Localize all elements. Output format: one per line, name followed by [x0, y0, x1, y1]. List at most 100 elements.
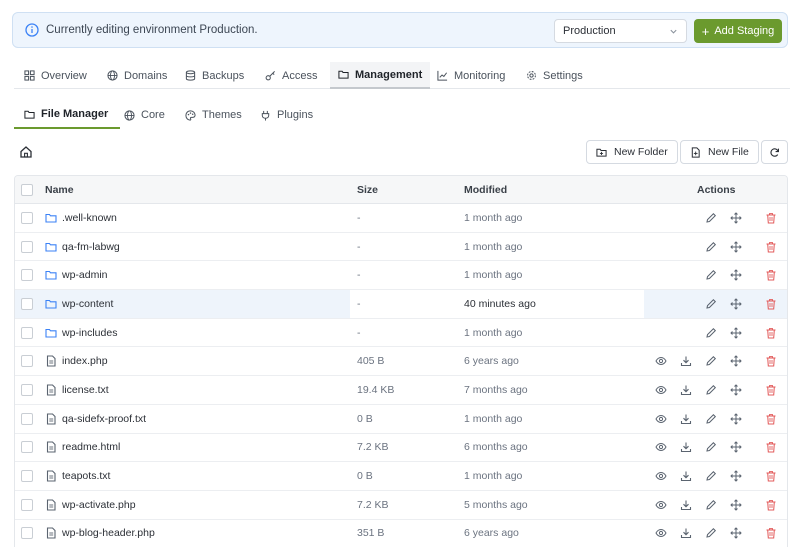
- download-icon[interactable]: [680, 470, 692, 482]
- tab-management[interactable]: Management: [330, 62, 431, 89]
- edit-icon[interactable]: [705, 327, 717, 339]
- row-checkbox[interactable]: [21, 527, 33, 540]
- new-folder-button[interactable]: New Folder: [586, 140, 678, 164]
- delete-icon[interactable]: [765, 241, 777, 253]
- new-file-button[interactable]: New File: [680, 140, 759, 164]
- view-icon[interactable]: [655, 355, 667, 367]
- table-row[interactable]: index.php 405 B 6 years ago: [15, 347, 787, 377]
- delete-icon[interactable]: [765, 298, 777, 310]
- move-icon[interactable]: [730, 499, 742, 511]
- table-row[interactable]: wp-blog-header.php 351 B 6 years ago: [15, 520, 787, 547]
- edit-icon[interactable]: [705, 241, 717, 253]
- file-name-cell[interactable]: wp-blog-header.php: [45, 520, 155, 547]
- move-icon[interactable]: [730, 326, 742, 339]
- file-name-cell[interactable]: wp-content: [45, 290, 113, 318]
- delete-icon[interactable]: [765, 470, 777, 482]
- table-row[interactable]: wp-includes - 1 month ago: [15, 319, 787, 348]
- table-row[interactable]: qa-fm-labwg - 1 month ago: [15, 233, 787, 262]
- view-icon[interactable]: [655, 441, 667, 453]
- move-icon[interactable]: [730, 441, 742, 454]
- view-icon[interactable]: [655, 527, 667, 539]
- delete-icon[interactable]: [765, 269, 777, 281]
- tab-core[interactable]: Core: [124, 101, 165, 129]
- file-name-cell[interactable]: license.txt: [45, 376, 109, 404]
- download-icon[interactable]: [680, 413, 692, 425]
- row-checkbox[interactable]: [21, 269, 33, 282]
- table-row[interactable]: .well-known - 1 month ago: [15, 204, 787, 233]
- edit-icon[interactable]: [705, 441, 717, 453]
- download-icon[interactable]: [680, 355, 692, 367]
- row-checkbox[interactable]: [21, 297, 33, 310]
- tab-themes[interactable]: Themes: [185, 101, 242, 129]
- tab-monitoring[interactable]: Monitoring: [437, 62, 505, 89]
- download-icon[interactable]: [680, 384, 692, 396]
- column-header-modified[interactable]: Modified: [464, 176, 507, 203]
- row-checkbox[interactable]: [21, 470, 33, 483]
- edit-icon[interactable]: [705, 269, 717, 281]
- edit-icon[interactable]: [705, 413, 717, 425]
- edit-icon[interactable]: [705, 384, 717, 396]
- file-name-cell[interactable]: wp-includes: [45, 319, 117, 347]
- tab-file-manager[interactable]: File Manager: [14, 101, 121, 129]
- edit-icon[interactable]: [705, 298, 717, 310]
- delete-icon[interactable]: [765, 499, 777, 511]
- delete-icon[interactable]: [765, 441, 777, 453]
- column-header-name[interactable]: Name: [45, 176, 74, 203]
- row-checkbox[interactable]: [21, 412, 33, 425]
- row-checkbox[interactable]: [21, 240, 33, 253]
- download-icon[interactable]: [680, 527, 692, 539]
- file-name-cell[interactable]: wp-admin: [45, 261, 108, 289]
- row-checkbox[interactable]: [21, 498, 33, 511]
- table-row[interactable]: teapots.txt 0 B 1 month ago: [15, 462, 787, 491]
- file-name-cell[interactable]: qa-fm-labwg: [45, 233, 120, 261]
- tab-plugins[interactable]: Plugins: [260, 101, 313, 129]
- view-icon[interactable]: [655, 413, 667, 425]
- row-checkbox[interactable]: [21, 326, 33, 339]
- download-icon[interactable]: [680, 499, 692, 511]
- tab-overview[interactable]: Overview: [24, 62, 87, 89]
- file-name-cell[interactable]: .well-known: [45, 204, 117, 232]
- delete-icon[interactable]: [765, 327, 777, 339]
- edit-icon[interactable]: [705, 499, 717, 511]
- view-icon[interactable]: [655, 499, 667, 511]
- table-row[interactable]: wp-activate.php 7.2 KB 5 months ago: [15, 491, 787, 520]
- column-header-size[interactable]: Size: [357, 176, 378, 203]
- file-name-cell[interactable]: readme.html: [45, 434, 120, 462]
- edit-icon[interactable]: [705, 355, 717, 367]
- move-icon[interactable]: [730, 355, 742, 367]
- move-icon[interactable]: [730, 212, 742, 224]
- table-row[interactable]: readme.html 7.2 KB 6 months ago: [15, 434, 787, 463]
- move-icon[interactable]: [730, 412, 742, 425]
- download-icon[interactable]: [680, 441, 692, 453]
- environment-select[interactable]: Production: [554, 19, 687, 43]
- select-all-checkbox[interactable]: [21, 183, 33, 196]
- tab-domains[interactable]: Domains: [107, 62, 167, 89]
- file-name-cell[interactable]: wp-activate.php: [45, 491, 136, 519]
- move-icon[interactable]: [730, 470, 742, 482]
- delete-icon[interactable]: [765, 413, 777, 425]
- home-icon[interactable]: [19, 145, 33, 159]
- delete-icon[interactable]: [765, 355, 777, 367]
- refresh-button[interactable]: [761, 140, 788, 164]
- edit-icon[interactable]: [705, 212, 717, 224]
- table-row[interactable]: qa-sidefx-proof.txt 0 B 1 month ago: [15, 405, 787, 434]
- move-icon[interactable]: [730, 240, 742, 253]
- delete-icon[interactable]: [765, 527, 777, 539]
- edit-icon[interactable]: [705, 527, 717, 539]
- view-icon[interactable]: [655, 384, 667, 396]
- row-checkbox[interactable]: [21, 355, 33, 368]
- move-icon[interactable]: [730, 384, 742, 396]
- file-name-cell[interactable]: teapots.txt: [45, 462, 110, 490]
- delete-icon[interactable]: [765, 384, 777, 396]
- move-icon[interactable]: [730, 527, 742, 540]
- edit-icon[interactable]: [705, 470, 717, 482]
- add-staging-button[interactable]: + Add Staging: [694, 19, 782, 43]
- row-checkbox[interactable]: [21, 211, 33, 224]
- row-checkbox[interactable]: [21, 383, 33, 396]
- file-name-cell[interactable]: index.php: [45, 347, 108, 375]
- table-row[interactable]: wp-admin - 1 month ago: [15, 261, 787, 291]
- row-checkbox[interactable]: [21, 441, 33, 454]
- view-icon[interactable]: [655, 470, 667, 482]
- tab-backups[interactable]: Backups: [185, 62, 244, 89]
- move-icon[interactable]: [730, 298, 742, 310]
